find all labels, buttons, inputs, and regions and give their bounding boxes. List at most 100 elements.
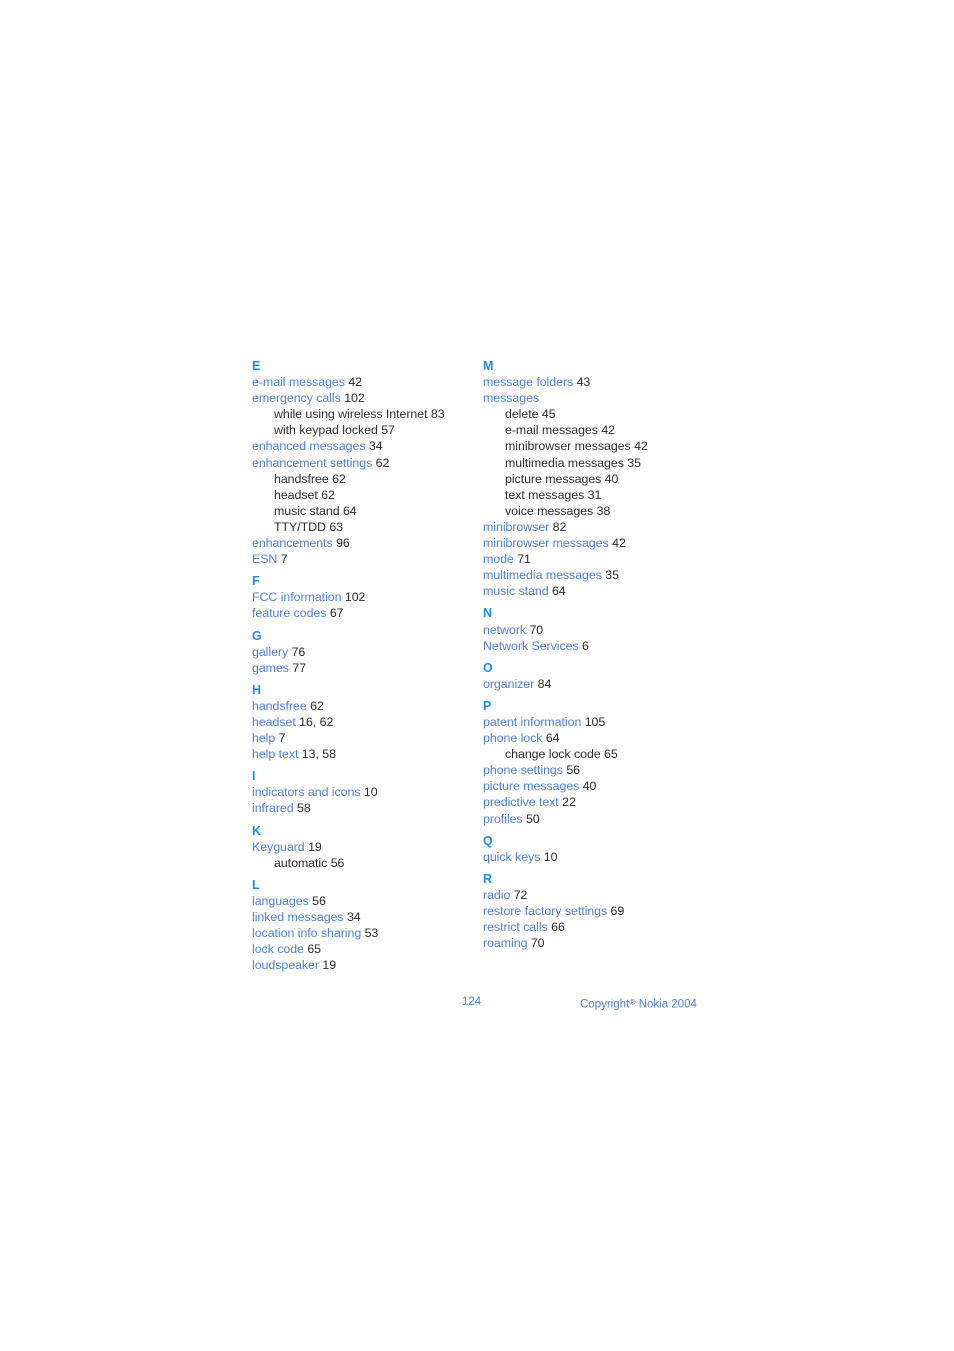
- index-entry[interactable]: emergency calls 102: [252, 390, 483, 406]
- index-entry-term: quick keys: [483, 849, 541, 864]
- section-letter-G: G: [252, 628, 262, 643]
- index-entry-page-numbers: 42: [601, 423, 615, 438]
- index-entry[interactable]: radio 72: [483, 887, 714, 903]
- index-entry[interactable]: help 7: [252, 730, 483, 746]
- index-subentry[interactable]: headset 62: [252, 487, 483, 503]
- index-entry[interactable]: handsfree 62: [252, 698, 483, 714]
- index-subentry[interactable]: music stand 64: [252, 503, 483, 519]
- index-entry[interactable]: infrared 58: [252, 800, 483, 816]
- index-subentry[interactable]: handsfree 62: [252, 471, 483, 487]
- index-entry[interactable]: help text 13, 58: [252, 746, 483, 762]
- index-entry-page-numbers: 16, 62: [299, 714, 334, 729]
- index-entry[interactable]: minibrowser 82: [483, 519, 714, 535]
- index-entry[interactable]: phone settings 56: [483, 762, 714, 778]
- index-entry[interactable]: loudspeaker 19: [252, 957, 483, 973]
- index-entry-term: network: [483, 622, 527, 637]
- index-entry[interactable]: restore factory settings 69: [483, 903, 714, 919]
- index-entry[interactable]: e-mail messages 42: [252, 374, 483, 390]
- index-entry[interactable]: network 70: [483, 622, 714, 638]
- index-subentry[interactable]: change lock code 65: [483, 746, 714, 762]
- index-entry-page-numbers: 71: [517, 552, 531, 567]
- section-letter-L: L: [252, 877, 260, 892]
- index-body: Ee-mail messages 42 emergency calls 102 wh…: [252, 358, 712, 973]
- index-entry-page-numbers: 62: [310, 698, 324, 713]
- index-entry-page-numbers: 35: [627, 455, 641, 470]
- index-entry[interactable]: music stand 64: [483, 583, 714, 599]
- index-subentry[interactable]: multimedia messages 35: [483, 455, 714, 471]
- index-entry[interactable]: enhancements 96: [252, 535, 483, 551]
- index-entry-term: phone settings: [483, 763, 563, 778]
- index-subentry[interactable]: automatic 56: [252, 855, 483, 871]
- section-letter-K: K: [252, 823, 262, 838]
- index-section-N: Nnetwork 70 Network Services 6: [483, 605, 714, 653]
- index-entry[interactable]: restrict calls 66: [483, 919, 714, 935]
- index-entry-page-numbers: 56: [566, 763, 580, 778]
- index-entry[interactable]: ESN 7: [252, 551, 483, 567]
- index-entry[interactable]: organizer 84: [483, 676, 714, 692]
- index-entry-page-numbers: 70: [530, 936, 545, 951]
- index-subentry[interactable]: while using wireless Internet 83: [252, 406, 483, 422]
- index-entry-term: loudspeaker: [252, 958, 319, 973]
- index-entry[interactable]: multimedia messages 35: [483, 567, 714, 583]
- index-entry[interactable]: picture messages 40: [483, 778, 714, 794]
- index-entry-term: radio: [483, 887, 511, 902]
- index-entry[interactable]: enhancement settings 62: [252, 455, 483, 471]
- index-subentry[interactable]: minibrowser messages 42: [483, 438, 714, 454]
- index-entry-term: enhancement settings: [252, 455, 373, 470]
- index-entry[interactable]: Network Services 6: [483, 638, 714, 654]
- index-entry-page-numbers: 72: [513, 887, 528, 902]
- index-entry[interactable]: FCC information 102: [252, 589, 483, 605]
- index-subentry[interactable]: e-mail messages 42: [483, 422, 714, 438]
- index-entry-term: minibrowser messages: [505, 439, 631, 454]
- index-entry[interactable]: mode 71: [483, 551, 714, 567]
- index-column-1: Ee-mail messages 42 emergency calls 102 wh…: [252, 358, 483, 973]
- index-entry[interactable]: location info sharing 53: [252, 925, 483, 941]
- index-entry[interactable]: gallery 76: [252, 644, 483, 660]
- index-entry-page-numbers: 10: [543, 849, 558, 864]
- index-entry-term: TTY/TDD: [274, 519, 326, 534]
- section-letter-P: P: [483, 698, 492, 713]
- index-entry-page-numbers: 64: [342, 503, 357, 518]
- index-subentry[interactable]: TTY/TDD 63: [252, 519, 483, 535]
- index-entry-page-numbers: 53: [364, 926, 379, 941]
- index-entry-term: picture messages: [483, 779, 580, 794]
- index-entry-term: headset: [274, 487, 318, 502]
- index-section-P: Ppatent information 105 phone lock 64 chan…: [483, 698, 714, 827]
- index-entry-page-numbers: 82: [552, 519, 567, 534]
- index-entry[interactable]: indicators and icons 10: [252, 784, 483, 800]
- index-entry[interactable]: feature codes 67: [252, 605, 483, 621]
- index-entry[interactable]: quick keys 10: [483, 849, 714, 865]
- index-entry-page-numbers: 65: [307, 942, 321, 957]
- index-entry-term: feature codes: [252, 606, 327, 621]
- index-entry[interactable]: patent information 105: [483, 714, 714, 730]
- index-entry[interactable]: minibrowser messages 42: [483, 535, 714, 551]
- section-letter-F: F: [252, 574, 260, 589]
- index-entry-page-numbers: 31: [587, 487, 602, 502]
- index-subentry[interactable]: text messages 31: [483, 487, 714, 503]
- index-entry[interactable]: enhanced messages 34: [252, 438, 483, 454]
- index-entry[interactable]: games 77: [252, 660, 483, 676]
- index-subentry[interactable]: with keypad locked 57: [252, 422, 483, 438]
- index-entry-term: mode: [483, 552, 514, 567]
- index-entry-term: picture messages: [505, 471, 602, 486]
- index-entry-term: handsfree: [252, 698, 307, 713]
- index-entry[interactable]: roaming 70: [483, 935, 714, 951]
- index-entry[interactable]: languages 56: [252, 893, 483, 909]
- index-entry[interactable]: phone lock 64: [483, 730, 714, 746]
- index-entry[interactable]: lock code 65: [252, 941, 483, 957]
- index-entry[interactable]: linked messages 34: [252, 909, 483, 925]
- index-entry-page-numbers: 10: [363, 785, 378, 800]
- index-entry[interactable]: message folders 43: [483, 374, 714, 390]
- index-subentry[interactable]: voice messages 38: [483, 503, 714, 519]
- index-entry-page-numbers: 62: [321, 487, 335, 502]
- index-entry[interactable]: profiles 50: [483, 811, 714, 827]
- index-entry[interactable]: messages: [483, 390, 714, 406]
- index-entry-page-numbers: 66: [551, 920, 565, 935]
- index-subentry[interactable]: delete 45: [483, 406, 714, 422]
- index-entry[interactable]: Keyguard 19: [252, 839, 483, 855]
- index-entry-page-numbers: 38: [596, 503, 611, 518]
- index-entry[interactable]: headset 16, 62: [252, 714, 483, 730]
- index-entry[interactable]: predictive text 22: [483, 794, 714, 810]
- index-entry-term: enhancements: [252, 536, 333, 551]
- index-subentry[interactable]: picture messages 40: [483, 471, 714, 487]
